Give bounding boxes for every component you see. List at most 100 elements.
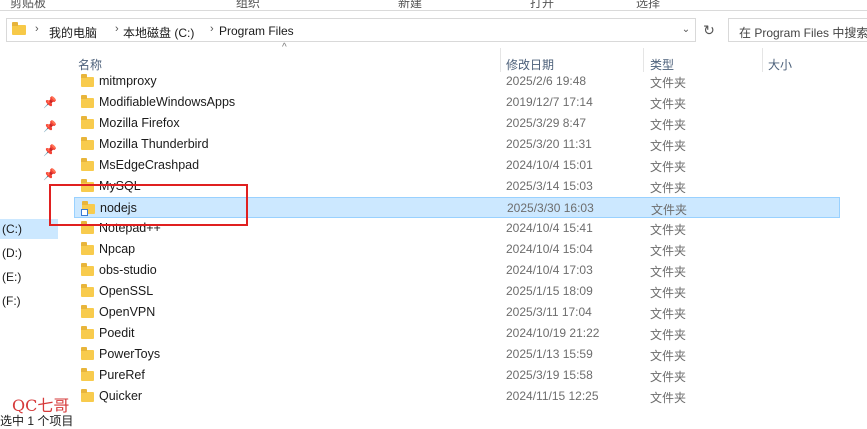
search-input[interactable]: 在 Program Files 中搜索 [728, 18, 867, 42]
chevron-right-icon[interactable]: › [210, 23, 214, 35]
ribbon-group-open: 打开 [530, 0, 555, 10]
chevron-right-icon[interactable]: › [35, 23, 39, 35]
file-modified-date: 2024/10/4 15:41 [506, 221, 593, 235]
file-name: ModifiableWindowsApps [99, 95, 236, 109]
file-modified-date: 2025/3/30 16:03 [507, 201, 594, 215]
file-row[interactable]: Poedit 2024/10/19 21:22 文件夹 [74, 323, 840, 344]
pin-icon[interactable]: 📌 [43, 96, 57, 109]
file-name: PureRef [99, 368, 145, 382]
file-type: 文件夹 [650, 181, 687, 195]
column-divider[interactable] [500, 48, 501, 72]
file-row[interactable]: MsEdgeCrashpad 2024/10/4 15:01 文件夹 [74, 155, 840, 176]
pin-icon[interactable]: 📌 [43, 168, 57, 181]
file-modified-date: 2025/3/14 15:03 [506, 179, 593, 193]
folder-icon [81, 284, 94, 297]
folder-icon [81, 137, 94, 150]
breadcrumb-this-pc[interactable]: 我的电脑 [49, 24, 97, 41]
file-modified-date: 2024/10/19 21:22 [506, 326, 600, 340]
file-row[interactable]: PowerToys 2025/1/13 15:59 文件夹 [74, 344, 840, 365]
file-modified-date: 2019/12/7 17:14 [506, 95, 593, 109]
pin-icon[interactable]: 📌 [43, 144, 57, 157]
file-modified-date: 2025/3/11 17:04 [506, 305, 592, 319]
ribbon-group-labels: 剪贴板 组织 新建 打开 选择 [0, 0, 867, 11]
file-modified-date: 2025/3/20 11:31 [506, 137, 592, 151]
file-modified-date: 2024/10/4 17:03 [506, 263, 593, 277]
file-type: 文件夹 [650, 391, 687, 405]
file-modified-date: 2025/1/13 15:59 [506, 347, 593, 361]
search-placeholder: 在 Program Files 中搜索 [739, 26, 867, 40]
refresh-icon[interactable]: ↻ [698, 18, 720, 42]
file-type: 文件夹 [650, 349, 687, 363]
file-type: 文件夹 [651, 203, 688, 217]
file-type: 文件夹 [650, 244, 687, 258]
nav-drive-f[interactable]: (F:) [0, 291, 58, 311]
file-row[interactable]: ModifiableWindowsApps 2019/12/7 17:14 文件夹 [74, 92, 840, 113]
folder-icon [81, 263, 94, 276]
file-type: 文件夹 [650, 139, 687, 153]
sort-ascending-icon: ^ [282, 42, 287, 53]
folder-icon [12, 22, 26, 35]
ribbon-group-clipboard: 剪贴板 [10, 0, 47, 10]
file-name: Poedit [99, 326, 135, 340]
folder-icon [81, 305, 94, 318]
nav-drive-e[interactable]: (E:) [0, 267, 58, 287]
file-name: Npcap [99, 242, 136, 256]
file-name: MsEdgeCrashpad [99, 158, 200, 172]
file-row[interactable]: obs-studio 2024/10/4 17:03 文件夹 [74, 260, 840, 281]
file-modified-date: 2025/1/15 18:09 [506, 284, 593, 298]
file-name: OpenVPN [99, 305, 156, 319]
address-bar[interactable]: › 我的电脑 › 本地磁盘 (C:) › Program Files ⌄ [6, 18, 696, 42]
file-row[interactable]: Mozilla Firefox 2025/3/29 8:47 文件夹 [74, 113, 840, 134]
nav-drive-d[interactable]: (D:) [0, 243, 58, 263]
chevron-down-icon[interactable]: ⌄ [679, 23, 693, 37]
file-row[interactable]: OpenSSL 2025/1/15 18:09 文件夹 [74, 281, 840, 302]
ribbon-group-organize: 组织 [236, 0, 261, 10]
file-row[interactable]: Npcap 2024/10/4 15:04 文件夹 [74, 239, 840, 260]
file-name: Mozilla Firefox [99, 116, 180, 130]
folder-icon [81, 158, 94, 171]
file-row[interactable]: Quicker 2024/11/15 12:25 文件夹 [74, 386, 840, 407]
folder-icon [81, 368, 94, 381]
file-row[interactable]: mitmproxy 2025/2/6 19:48 文件夹 [74, 71, 840, 92]
file-type: 文件夹 [650, 370, 687, 384]
file-modified-date: 2025/3/19 15:58 [506, 368, 593, 382]
file-modified-date: 2025/2/6 19:48 [506, 74, 587, 88]
ribbon-group-select: 选择 [636, 0, 661, 10]
status-bar-text: 选中 1 个项目 [0, 414, 74, 428]
file-type: 文件夹 [650, 97, 687, 111]
folder-icon [81, 95, 94, 108]
pin-icon[interactable]: 📌 [43, 120, 57, 133]
folder-icon [81, 326, 94, 339]
annotation-highlight-box [49, 184, 248, 226]
file-name: OpenSSL [99, 284, 154, 298]
ribbon-group-new: 新建 [398, 0, 423, 10]
breadcrumb-local-disk[interactable]: 本地磁盘 (C:) [123, 24, 194, 41]
file-modified-date: 2024/10/4 15:04 [506, 242, 593, 256]
breadcrumb-program-files[interactable]: Program Files [219, 24, 294, 38]
folder-icon [81, 74, 94, 87]
file-type: 文件夹 [650, 223, 687, 237]
file-row[interactable]: Mozilla Thunderbird 2025/3/20 11:31 文件夹 [74, 134, 840, 155]
file-row[interactable]: PureRef 2025/3/19 15:58 文件夹 [74, 365, 840, 386]
file-type: 文件夹 [650, 118, 687, 132]
file-row[interactable]: OpenVPN 2025/3/11 17:04 文件夹 [74, 302, 840, 323]
column-divider[interactable] [762, 48, 763, 72]
chevron-right-icon[interactable]: › [115, 23, 119, 35]
file-modified-date: 2024/10/4 15:01 [506, 158, 593, 172]
file-type: 文件夹 [650, 76, 687, 90]
column-divider[interactable] [643, 48, 644, 72]
file-modified-date: 2024/11/15 12:25 [506, 389, 599, 403]
file-name: PowerToys [99, 347, 161, 361]
folder-icon [81, 242, 94, 255]
file-type: 文件夹 [650, 265, 687, 279]
file-type: 文件夹 [650, 307, 687, 321]
file-name: mitmproxy [99, 74, 157, 88]
folder-icon [81, 389, 94, 402]
file-name: obs-studio [99, 263, 157, 277]
file-modified-date: 2025/3/29 8:47 [506, 116, 587, 130]
file-name: Mozilla Thunderbird [99, 137, 209, 151]
file-type: 文件夹 [650, 328, 687, 342]
folder-icon [81, 116, 94, 129]
file-name: Quicker [99, 389, 143, 403]
file-type: 文件夹 [650, 286, 687, 300]
